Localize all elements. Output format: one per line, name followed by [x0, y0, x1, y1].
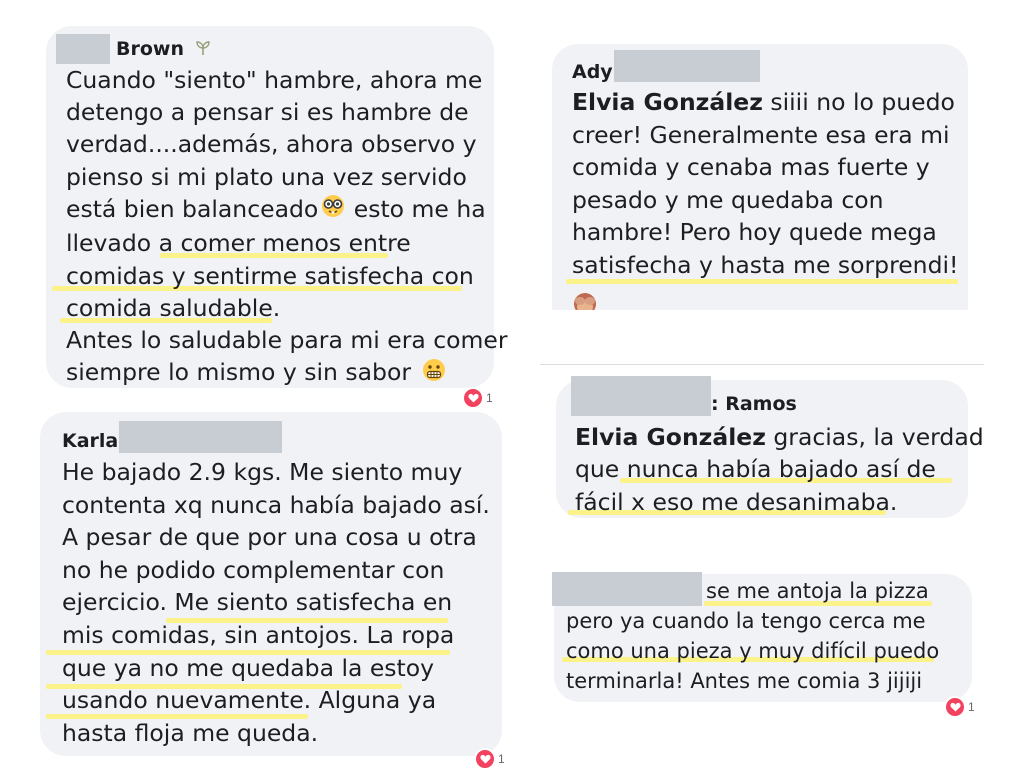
comment-line: Elvia González siiii no lo puedo — [572, 86, 958, 119]
comment-author-name[interactable]: Karla — [62, 430, 118, 452]
redacted-name-block — [119, 421, 282, 453]
sprout-icon — [195, 39, 211, 61]
reaction-count: 1 — [968, 700, 975, 714]
comment-line: usando nuevamente. Alguna ya — [62, 686, 437, 715]
comment-author-name[interactable]: Ady — [572, 61, 613, 83]
comment-author-name[interactable]: Brown — [116, 38, 184, 60]
comment-line: siempre lo mismo y sin sabor — [66, 356, 508, 391]
comment-line: ejercicio. Me siento satisfecha en — [62, 588, 453, 617]
heart-reaction-icon[interactable] — [462, 387, 484, 409]
comment-line: pesado y me quedaba con — [572, 185, 884, 214]
comment-line: pienso si mi plato una vez servido — [66, 162, 467, 191]
comment-line: pero ya cuando la tengo cerca me — [566, 609, 926, 633]
comment-line: detengo a pensar si es hambre de — [66, 98, 469, 127]
comment-line: llevado a comer menos entre — [66, 229, 411, 258]
reaction-summary[interactable]: 1 — [944, 696, 975, 718]
comment-line: Elvia González gracias, la verdad — [575, 421, 984, 453]
comment-line-text: se me antoja la pizza — [706, 579, 929, 603]
reaction-count: 1 — [498, 752, 505, 766]
comment-line: He bajado 2.9 kgs. Me siento muy — [62, 458, 463, 486]
comment-text: Elvia González gracias, la verdad que nu… — [575, 421, 984, 518]
see-no-evil-monkey-emoji — [572, 290, 598, 310]
comment-line: comida y cenaba mas fuerte y — [572, 153, 930, 182]
redacted-name-block — [56, 34, 110, 64]
mention-link[interactable]: Elvia González — [575, 423, 766, 451]
comment-line: como una pieza y muy difícil puedo — [566, 639, 940, 663]
comment-line: fácil x eso me desanimaba. — [575, 487, 898, 516]
reaction-count: 1 — [486, 391, 493, 405]
comment-line: está bien balanceado esto me ha — [66, 193, 508, 228]
comment-line: satisfecha y hasta me sorprendi! — [572, 250, 959, 279]
comment-line: creer! Generalmente esa era mi — [572, 120, 950, 149]
comment-line: que ya no me quedaba la estoy — [62, 653, 435, 682]
comment-line: A pesar de que por una cosa u otra — [62, 523, 477, 552]
comment-line: mis comidas, sin antojos. La ropa — [62, 620, 455, 649]
redacted-name-block — [571, 376, 711, 416]
redacted-name-block — [614, 50, 760, 82]
comment-line: comidas y sentirme satisfecha con — [66, 261, 474, 290]
mention-link[interactable]: Elvia González — [572, 88, 763, 116]
comment-line: Antes lo saludable para mi era comer — [66, 326, 508, 355]
comment-author-name[interactable]: : Ramos — [711, 393, 797, 415]
comment-line-text: gracias, la verdad — [765, 423, 984, 451]
comment-line-text: siiii no lo puedo — [762, 88, 955, 116]
heart-reaction-icon[interactable] — [944, 696, 966, 718]
comment-author[interactable]: Brown — [116, 38, 211, 61]
grimacing-face-emoji — [421, 357, 447, 391]
comment-line: hasta floja me queda. — [62, 718, 319, 747]
comment-line-text: está bien balanceado — [66, 194, 319, 223]
comment-text: se me antoja la pizza pero ya cuando la … — [566, 576, 939, 696]
comment-line: que nunca había bajado así de — [575, 455, 936, 484]
heart-reaction-icon[interactable] — [474, 748, 496, 770]
comment-line-text: esto me ha — [346, 194, 486, 223]
comment-line: se me antoja la pizza — [566, 576, 939, 606]
comment-line: no he podido complementar con — [62, 555, 445, 584]
comment-line: terminarla! Antes me comia 3 jijiji — [566, 669, 923, 693]
comment-line: verdad....además, ahora observo y — [66, 130, 477, 159]
reaction-summary[interactable]: 1 — [462, 387, 493, 409]
comment-text: He bajado 2.9 kgs. Me siento muy content… — [62, 456, 490, 749]
comment-line: hambre! Pero hoy quede mega — [572, 218, 937, 247]
reaction-summary[interactable]: 1 — [474, 748, 505, 770]
nerd-face-emoji — [320, 193, 346, 227]
comment-line-text: siempre lo mismo y sin sabor — [66, 358, 412, 387]
comment-line: Cuando "siento" hambre, ahora me — [66, 66, 483, 94]
comment-line: contenta xq nunca había bajado así. — [62, 490, 490, 519]
comment-text: Cuando "siento" hambre, ahora me detengo… — [66, 64, 508, 391]
comment-text: Elvia González siiii no lo puedo creer! … — [572, 86, 958, 282]
divider — [540, 364, 984, 365]
comment-line: comida saludable. — [66, 293, 281, 322]
